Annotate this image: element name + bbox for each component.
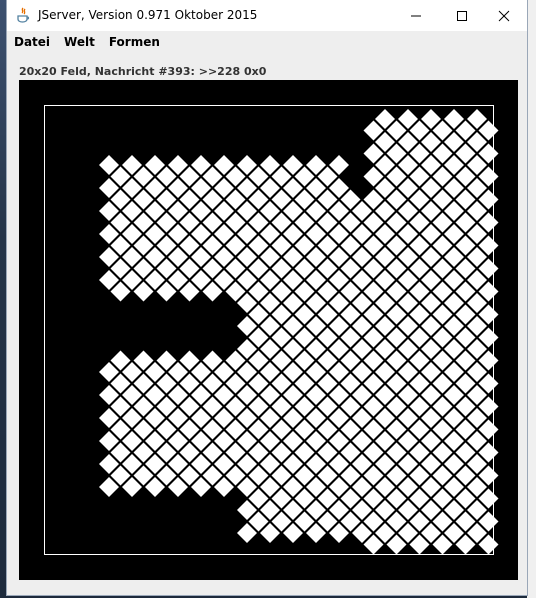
world-canvas[interactable] xyxy=(19,80,518,580)
window-title: JServer, Version 0.971 Oktober 2015 xyxy=(38,8,258,22)
close-icon xyxy=(498,10,510,21)
background-window xyxy=(527,0,536,598)
minimize-button[interactable] xyxy=(393,0,439,31)
maximize-icon xyxy=(457,10,467,21)
minimize-icon xyxy=(411,15,421,16)
menu-datei[interactable]: Datei xyxy=(14,35,50,49)
menu-formen[interactable]: Formen xyxy=(109,35,160,49)
field-border xyxy=(44,105,494,555)
status-label: 20x20 Feld, Nachricht #393: >>228 0x0 xyxy=(19,65,267,78)
menu-bar: Datei Welt Formen xyxy=(7,31,527,53)
title-bar[interactable]: JServer, Version 0.971 Oktober 2015 xyxy=(7,0,527,31)
close-button[interactable] xyxy=(481,0,527,31)
app-window: JServer, Version 0.971 Oktober 2015 Date… xyxy=(6,0,528,596)
maximize-button[interactable] xyxy=(439,0,485,31)
java-icon xyxy=(17,7,30,23)
menu-welt[interactable]: Welt xyxy=(64,35,95,49)
